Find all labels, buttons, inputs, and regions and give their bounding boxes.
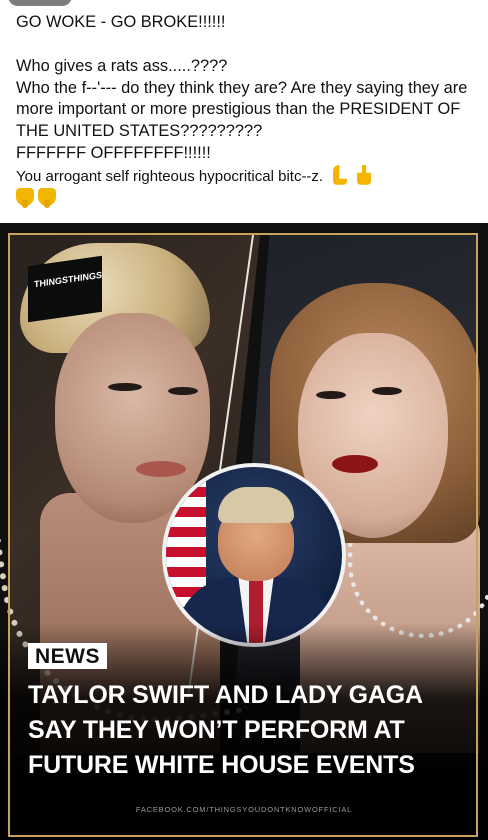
news-badge: NEWS [28,643,107,669]
headline: TAYLOR SWIFT AND LADY GAGA SAY THEY WON’… [28,678,468,783]
thumbs-down-icon [38,187,56,208]
post-line-5: You arrogant self righteous hypocritical… [16,167,324,185]
post-line-1: GO WOKE - GO BROKE!!!!!! [16,13,226,31]
post-line-4: FFFFFFF OFFFFFFFF!!!!!! [16,143,211,162]
thumbs-down-icon [16,187,34,208]
avatar[interactable] [8,0,72,6]
headline-line-1: TAYLOR SWIFT AND LADY GAGA [28,681,423,709]
post-line-2: Who gives a rats ass.....???? [16,56,228,75]
hand-pointing-up-icon [357,164,372,185]
source-url: FACEBOOK.COM/THINGSYOUDONTKNOWOFFICIAL [135,805,353,814]
post-image[interactable]: THINGS THINGS NEWS TAYLOR SWIFT AND LADY… [0,223,488,840]
post-body: GO WOKE - GO BROKE!!!!!! Who gives a rat… [16,12,476,209]
previous-post-edge [0,0,488,10]
headline-line-3: FUTURE WHITE HOUSE EVENTS [28,751,415,779]
post-line-5-row: You arrogant self righteous hypocritical… [16,164,476,188]
hand-pointing-left-icon [333,164,348,185]
emoji-line [16,187,476,210]
post-line-3: Who the f--'--- do they think they are? … [16,78,472,141]
headline-line-2: SAY THEY WON’T PERFORM AT [28,716,405,744]
